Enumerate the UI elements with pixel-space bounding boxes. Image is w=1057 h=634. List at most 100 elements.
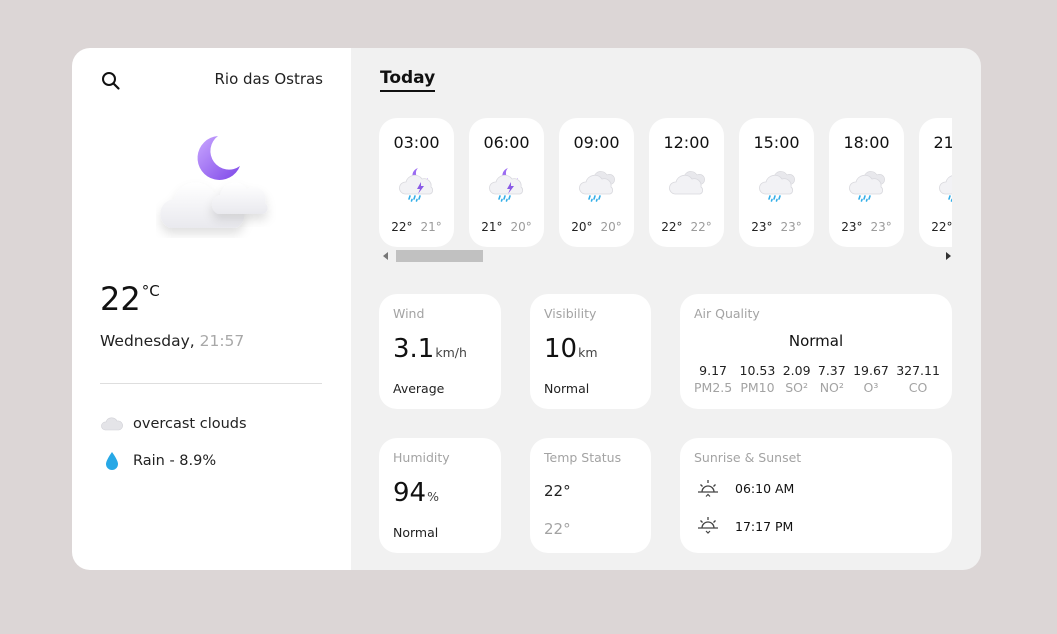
humidity-number: 94 bbox=[393, 478, 427, 508]
hour-time: 06:00 bbox=[483, 133, 530, 152]
cloudy-night-icon bbox=[156, 128, 276, 238]
visibility-label: Visibility bbox=[544, 306, 597, 321]
hour-temp-low: 21° bbox=[420, 220, 442, 234]
hour-temp-high: 22° bbox=[661, 220, 683, 234]
air-quality-item: 9.17 PM2.5 bbox=[694, 363, 732, 395]
pollutant-name: SO² bbox=[785, 380, 808, 395]
main-panel: Today 03:00 22° 21° 06:00 21° 20° 09:00 20° 20° 1… bbox=[351, 48, 981, 570]
pollutant-name: O³ bbox=[863, 380, 879, 395]
hour-time: 15:00 bbox=[753, 133, 800, 152]
air-quality-item: 2.09 SO² bbox=[783, 363, 811, 395]
hour-temp-low: 23° bbox=[870, 220, 892, 234]
hour-time: 12:00 bbox=[663, 133, 710, 152]
rain-icon bbox=[849, 171, 885, 202]
air-quality-grid: 9.17 PM2.5 10.53 PM10 2.09 SO² 7.37 NO² 19.67 O³ 3… bbox=[694, 363, 940, 395]
thunder-rain-night-icon bbox=[399, 168, 434, 202]
wind-card: Wind 3.1km/h Average bbox=[379, 294, 501, 409]
sun-label: Sunrise & Sunset bbox=[694, 450, 802, 465]
sunset-icon bbox=[698, 517, 718, 534]
hourly-scrollbar[interactable] bbox=[383, 250, 951, 262]
hour-card[interactable]: 18:00 23° 23° bbox=[829, 118, 904, 247]
search-button[interactable] bbox=[100, 70, 122, 92]
hour-temp-high: 20° bbox=[571, 220, 593, 234]
hour-time: 09:00 bbox=[573, 133, 620, 152]
hour-time: 21:00 bbox=[933, 133, 952, 152]
hour-temps: 22°22° bbox=[919, 220, 952, 234]
hour-temp-high: 23° bbox=[841, 220, 863, 234]
hour-temps: 23° 23° bbox=[829, 220, 904, 234]
sidebar: Rio das Ostras 22°C Wednesday, 21:57 ove… bbox=[72, 48, 351, 570]
hour-temps: 21° 20° bbox=[469, 220, 544, 234]
hour-card[interactable]: 09:00 20° 20° bbox=[559, 118, 634, 247]
pollutant-name: CO bbox=[908, 380, 928, 395]
wind-label: Wind bbox=[393, 306, 425, 321]
pollutant-value: 19.67 bbox=[853, 363, 889, 378]
visibility-number: 10 bbox=[544, 334, 578, 364]
sunrise-time: 06:10 AM bbox=[735, 480, 795, 496]
weather-app: Rio das Ostras 22°C Wednesday, 21:57 ove… bbox=[72, 48, 981, 570]
clouds-icon bbox=[669, 171, 705, 195]
sunrise-icon bbox=[698, 480, 718, 497]
hour-temps: 23° 23° bbox=[739, 220, 814, 234]
hour-temps: 22° 21° bbox=[379, 220, 454, 234]
hour-temp-high: 21° bbox=[481, 220, 503, 234]
rain-chance-text: Rain - 8.9% bbox=[133, 453, 217, 469]
current-temp-value: 22 bbox=[100, 280, 141, 318]
air-quality-item: 327.11 CO bbox=[896, 363, 940, 395]
hour-card[interactable]: 21:00 22°22° bbox=[919, 118, 952, 247]
sunrise-row: 06:10 AM bbox=[696, 478, 794, 498]
pollutant-name: PM2.5 bbox=[694, 380, 733, 395]
pollutant-name: NO² bbox=[819, 380, 844, 395]
wind-number: 3.1 bbox=[393, 334, 435, 364]
pollutant-name: PM10 bbox=[740, 380, 775, 395]
hourly-forecast[interactable]: 03:00 22° 21° 06:00 21° 20° 09:00 20° 20° 12:00 22… bbox=[379, 118, 952, 248]
hourly-track: 03:00 22° 21° 06:00 21° 20° 09:00 20° 20° 12:00 22… bbox=[379, 118, 952, 247]
hour-temps: 22° 22° bbox=[649, 220, 724, 234]
sunrise-sunset-card: Sunrise & Sunset 06:10 AM 17:17 PM bbox=[680, 438, 952, 553]
condition-rain: Rain - 8.9% bbox=[100, 451, 216, 471]
visibility-card: Visibility 10km Normal bbox=[530, 294, 651, 409]
sunset-row: 17:17 PM bbox=[696, 516, 793, 536]
current-time: 21:57 bbox=[199, 332, 245, 350]
hour-temp-low: 22° bbox=[690, 220, 712, 234]
current-temperature: 22°C bbox=[100, 280, 160, 318]
city-name: Rio das Ostras bbox=[214, 70, 323, 88]
air-quality-label: Air Quality bbox=[694, 306, 760, 321]
current-day: Wednesday, bbox=[100, 332, 195, 350]
scroll-right-arrow[interactable] bbox=[946, 252, 951, 260]
raindrop-icon bbox=[100, 451, 124, 471]
hour-card[interactable]: 15:00 23° 23° bbox=[739, 118, 814, 247]
sunset-time: 17:17 PM bbox=[735, 518, 794, 534]
rain-icon bbox=[759, 171, 795, 202]
hour-card[interactable]: 06:00 21° 20° bbox=[469, 118, 544, 247]
wind-unit: km/h bbox=[435, 345, 467, 360]
air-quality-item: 19.67 O³ bbox=[853, 363, 889, 395]
scroll-left-arrow[interactable] bbox=[383, 252, 388, 260]
pollutant-value: 327.11 bbox=[896, 363, 940, 378]
search-icon bbox=[102, 72, 120, 90]
hour-temp-high: 22° bbox=[931, 220, 952, 234]
tab-today[interactable]: Today bbox=[380, 66, 436, 92]
scrollbar-thumb[interactable] bbox=[396, 250, 483, 262]
hour-card[interactable]: 03:00 22° 21° bbox=[379, 118, 454, 247]
hour-temp-high: 22° bbox=[391, 220, 413, 234]
hour-card[interactable]: 12:00 22° 22° bbox=[649, 118, 724, 247]
divider bbox=[100, 383, 322, 384]
condition-text: overcast clouds bbox=[133, 416, 247, 432]
temp-status-label: Temp Status bbox=[544, 450, 622, 465]
air-quality-item: 7.37 NO² bbox=[818, 363, 846, 395]
humidity-label: Humidity bbox=[393, 450, 450, 465]
humidity-value: 94% bbox=[393, 478, 439, 508]
hour-temp-high: 23° bbox=[751, 220, 773, 234]
current-datetime: Wednesday, 21:57 bbox=[100, 332, 244, 350]
temp-low: 22° bbox=[544, 520, 571, 538]
pollutant-value: 9.17 bbox=[699, 363, 728, 378]
hour-time: 18:00 bbox=[843, 133, 890, 152]
hour-temp-low: 20° bbox=[510, 220, 532, 234]
hour-temp-low: 23° bbox=[780, 220, 802, 234]
hour-time: 03:00 bbox=[393, 133, 440, 152]
humidity-status: Normal bbox=[393, 525, 439, 540]
humidity-card: Humidity 94% Normal bbox=[379, 438, 501, 553]
temp-status-card: Temp Status 22° 22° bbox=[530, 438, 651, 553]
pollutant-value: 2.09 bbox=[782, 363, 811, 378]
